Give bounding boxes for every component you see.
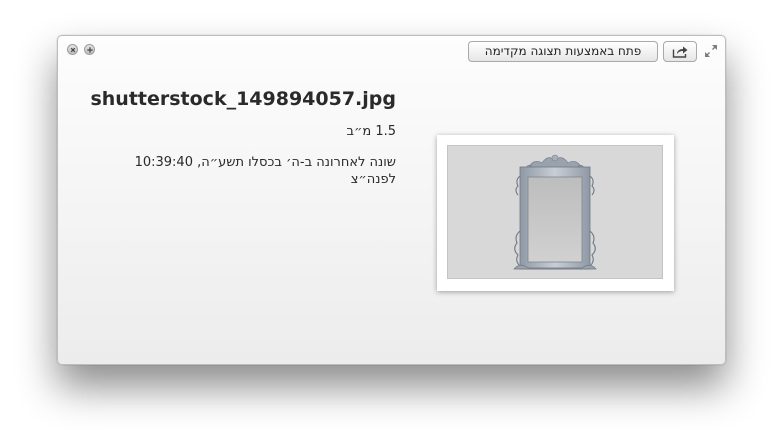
quick-look-window: פתח באמצעות תצוגה מקדימה shutterstock_14… (57, 35, 726, 365)
expand-icon[interactable] (704, 44, 718, 58)
share-icon (672, 46, 688, 58)
file-name: shutterstock_149894057.jpg (90, 88, 396, 110)
open-with-preview-button[interactable]: פתח באמצעות תצוגה מקדימה (468, 41, 658, 62)
close-icon[interactable] (67, 44, 78, 55)
file-size: 1.5 מ״ב (346, 124, 396, 139)
ornate-frame-image (513, 154, 597, 270)
thumbnail-image (447, 145, 663, 279)
plus-icon[interactable] (84, 44, 95, 55)
open-with-preview-label: פתח באמצעות תצוגה מקדימה (484, 44, 642, 58)
share-button[interactable] (663, 41, 697, 62)
modified-date: שונה לאחרונה ב-ה׳ בכסלו תשע״ה, 10:39:40 … (134, 155, 396, 187)
thumbnail-frame (437, 135, 674, 291)
